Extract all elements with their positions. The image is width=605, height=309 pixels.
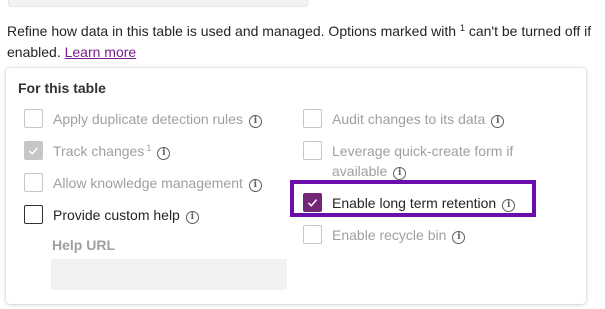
track-changes-superscript: 1 <box>146 143 152 153</box>
audit-changes-checkbox[interactable] <box>303 109 322 128</box>
option-label: Allow knowledge management i <box>53 173 262 193</box>
info-icon[interactable]: i <box>248 179 262 192</box>
track-changes-checkbox[interactable] <box>24 141 43 160</box>
duplicate-detection-label: Apply duplicate detection rules <box>53 111 243 127</box>
option-audit-changes[interactable]: Audit changes to its data i <box>303 109 505 129</box>
knowledge-management-checkbox[interactable] <box>24 173 43 192</box>
option-label: Leverage quick-create form if available i <box>332 141 523 181</box>
option-label: Apply duplicate detection rules i <box>53 109 262 129</box>
help-url-label: Help URL <box>52 237 115 253</box>
info-icon[interactable]: i <box>248 115 262 128</box>
option-label: Provide custom help i <box>53 205 199 225</box>
option-recycle-bin[interactable]: Enable recycle bin i <box>303 225 466 245</box>
track-changes-label: Track changes <box>53 143 145 159</box>
help-url-input[interactable] <box>51 259 287 290</box>
learn-more-link[interactable]: Learn more <box>65 44 137 60</box>
info-icon[interactable]: i <box>157 147 171 160</box>
option-label: Enable recycle bin i <box>332 225 466 245</box>
knowledge-management-label: Allow knowledge management <box>53 175 243 191</box>
recycle-bin-checkbox[interactable] <box>303 225 322 244</box>
quick-create-label: Leverage quick-create form if available <box>332 143 514 179</box>
recycle-bin-label: Enable recycle bin <box>332 227 447 243</box>
quick-create-checkbox[interactable] <box>303 141 322 160</box>
option-track-changes[interactable]: Track changes 1 i <box>24 141 171 161</box>
description-text: Refine how data in this table is used an… <box>7 23 460 39</box>
duplicate-detection-checkbox[interactable] <box>24 109 43 128</box>
option-knowledge-management[interactable]: Allow knowledge management i <box>24 173 262 193</box>
highlight-box <box>290 180 536 217</box>
info-icon[interactable]: i <box>452 231 466 244</box>
option-label: Track changes 1 i <box>53 141 171 161</box>
section-description: Refine how data in this table is used an… <box>7 21 597 63</box>
info-icon[interactable]: i <box>185 211 199 224</box>
section-title: For this table <box>18 80 106 96</box>
description-superscript: 1 <box>459 23 465 33</box>
previous-field-input[interactable] <box>8 0 308 7</box>
custom-help-label: Provide custom help <box>53 207 180 223</box>
custom-help-checkbox[interactable] <box>24 205 43 224</box>
checkmark-icon <box>28 147 39 155</box>
info-icon[interactable]: i <box>491 115 505 128</box>
option-quick-create[interactable]: Leverage quick-create form if available i <box>303 141 523 181</box>
option-label: Audit changes to its data i <box>332 109 505 129</box>
info-icon[interactable]: i <box>393 167 407 180</box>
option-custom-help[interactable]: Provide custom help i <box>24 205 199 225</box>
option-duplicate-detection[interactable]: Apply duplicate detection rules i <box>24 109 262 129</box>
audit-changes-label: Audit changes to its data <box>332 111 486 127</box>
